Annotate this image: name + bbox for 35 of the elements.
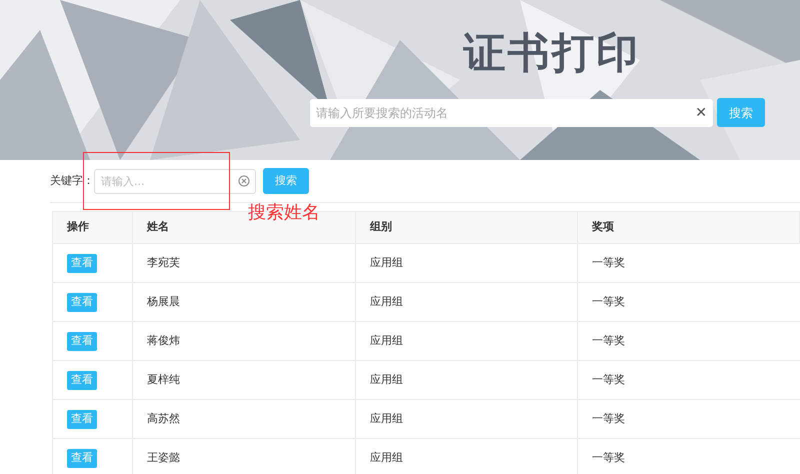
table-cell-text: 一等奖 [592,410,625,427]
keyword-label: 关键字： [50,172,94,189]
table-cell-text: 一等奖 [592,294,625,310]
table-cell-text: 应用组 [370,372,403,388]
column-header: 奖项 [578,212,800,243]
view-button[interactable]: 查看 [67,292,97,312]
table-cell-text: 一等奖 [592,254,625,271]
page-title: 证书打印 [464,28,640,78]
table-cell-text: 应用组 [370,332,403,349]
table-cell-text: 应用组 [370,410,403,427]
table-cell-text: 杨展晨 [147,294,180,310]
column-header: 组别 [356,212,578,243]
annotation-text: 搜索姓名 [248,202,320,224]
clear-icon[interactable] [238,174,250,186]
table-cell-text: 应用组 [370,254,403,271]
search-button[interactable]: 搜索 [263,168,309,194]
table-cell-text: 李宛芙 [147,254,180,271]
view-button[interactable]: 查看 [67,332,97,350]
table-cell-text: 应用组 [370,450,403,466]
view-button[interactable]: 查看 [67,370,97,390]
table-cell-text: 一等奖 [592,332,625,349]
table-cell-text: 应用组 [370,294,403,310]
clear-button[interactable]: ✕ [695,104,707,122]
view-button[interactable]: 查看 [67,410,97,428]
table-cell-text: 夏梓纯 [147,372,180,388]
column-header: 操作 [53,212,133,243]
table-cell-text: 王姿懿 [147,450,180,466]
view-button[interactable]: 查看 [67,254,97,272]
table-cell-text: 一等奖 [592,450,625,466]
table-cell-text: 高苏然 [147,410,180,427]
view-button[interactable]: 查看 [67,448,97,468]
search-button[interactable]: 搜索 [717,98,765,127]
table-cell-text: 蒋俊炜 [147,332,180,349]
keyword-field[interactable]: 请输入... [94,168,256,194]
table-cell-text: 一等奖 [592,372,625,388]
